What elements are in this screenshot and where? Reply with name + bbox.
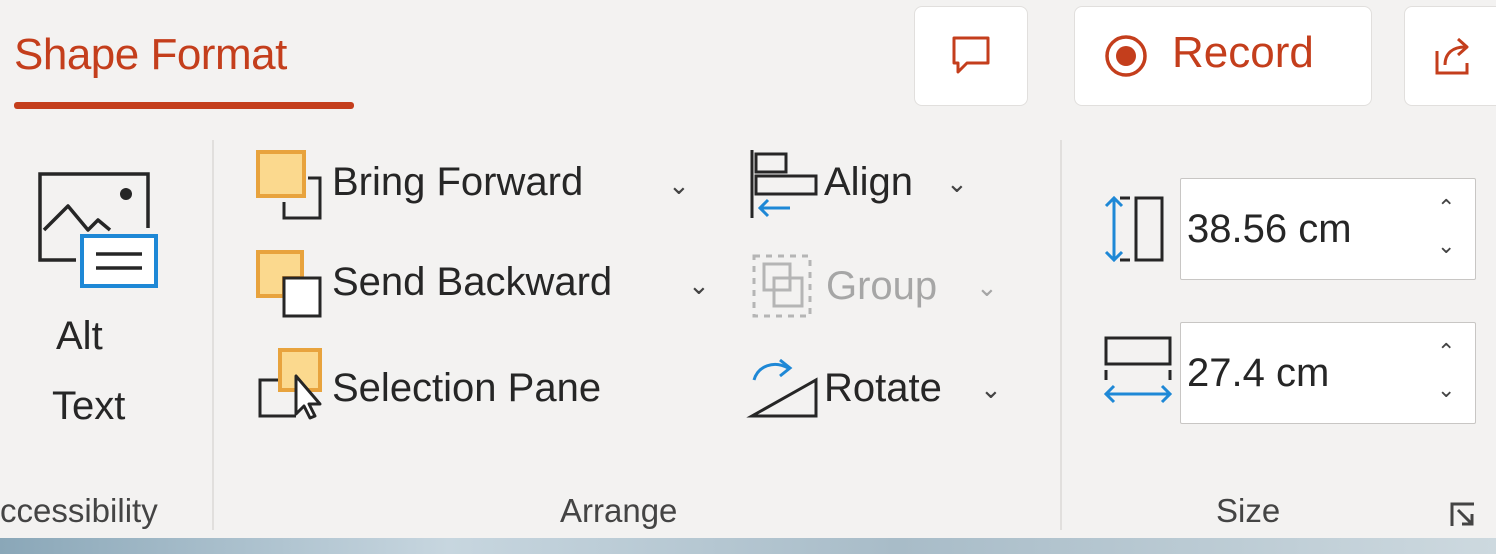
height-icon [1104,195,1164,263]
selection-pane-icon [258,348,322,420]
shape-width-input[interactable] [1187,323,1407,423]
share-button[interactable] [1404,6,1496,106]
record-icon [1105,35,1147,77]
selection-pane-button[interactable]: Selection Pane [254,346,654,426]
size-group-label: Size [1216,492,1281,529]
spin-up-icon[interactable]: ⌃ [1437,197,1455,219]
chevron-down-icon[interactable]: ⌄ [980,374,1002,405]
record-label: Record [1172,28,1314,77]
send-backward-button[interactable]: Send Backward ⌄ [254,248,724,328]
chevron-down-icon: ⌄ [976,272,998,302]
send-backward-label: Send Backward [332,260,613,304]
bring-forward-label: Bring Forward [332,160,584,204]
arrange-group-label: Arrange [560,492,678,529]
selection-pane-label: Selection Pane [332,366,602,410]
shape-height-field[interactable]: ⌃ ⌄ [1180,178,1476,280]
slide-canvas-edge [0,538,1496,554]
tab-shape-format[interactable]: Shape Format [14,30,287,80]
alt-text-button[interactable]: Alt Text [30,162,160,442]
align-label: Align [824,160,913,204]
align-icon [750,150,818,218]
rotate-icon [746,358,818,418]
active-tab-indicator [14,102,354,109]
spin-down-icon[interactable]: ⌄ [1437,379,1455,401]
rotate-label: Rotate [824,366,942,410]
accessibility-group-label: ccessibility [0,492,158,529]
group-separator [1060,140,1062,530]
group-separator [212,140,214,530]
spin-down-icon[interactable]: ⌄ [1437,235,1455,257]
share-icon [1435,37,1469,75]
group-button: Group ⌄ [744,248,1004,328]
bring-forward-icon [256,150,322,220]
width-icon [1103,336,1173,404]
chevron-down-icon[interactable]: ⌄ [688,270,710,301]
spin-up-icon[interactable]: ⌃ [1437,341,1455,363]
shape-width-field[interactable]: ⌃ ⌄ [1180,322,1476,424]
shape-height-input[interactable] [1187,179,1407,279]
alt-text-icon [38,172,158,288]
alt-text-label-line1: Alt [56,314,103,358]
group-label: Group [826,264,938,308]
dialog-launcher-icon[interactable] [1448,500,1478,530]
send-backward-icon [256,250,322,318]
alt-text-label-line2: Text [52,384,126,428]
chevron-down-icon[interactable]: ⌄ [946,168,968,199]
align-button[interactable]: Align ⌄ [744,146,984,226]
comment-icon [952,36,990,74]
bring-forward-button[interactable]: Bring Forward ⌄ [254,148,704,228]
rotate-button[interactable]: Rotate ⌄ [744,346,1014,426]
chevron-down-icon[interactable]: ⌄ [668,170,690,201]
comments-button[interactable] [914,6,1028,106]
group-icon [752,254,812,318]
